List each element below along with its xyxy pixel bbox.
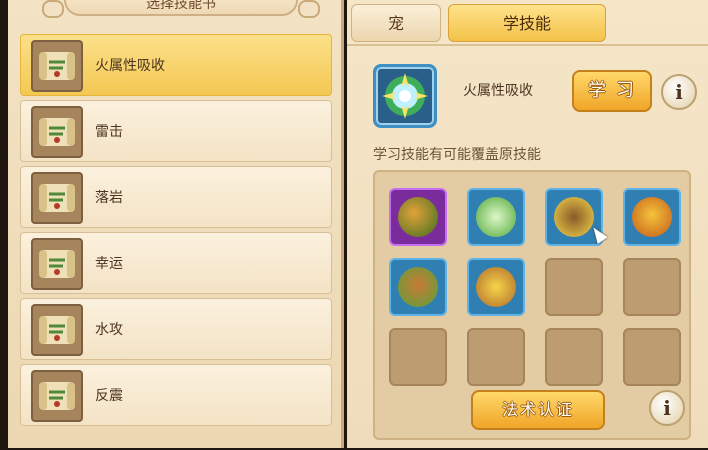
skill-book-item[interactable]: 火属性吸收 xyxy=(20,34,332,96)
skill-scroll-icon xyxy=(31,304,83,356)
skill-book-list: 火属性吸收 雷击 落岩 幸运 水攻 反震 xyxy=(20,34,332,430)
title-ornament-left xyxy=(42,0,64,18)
skill-scroll-icon xyxy=(31,172,83,224)
empty-skill-slot xyxy=(623,328,681,386)
spell-certify-button[interactable]: 法术认证 xyxy=(471,390,605,430)
info-icon[interactable]: i xyxy=(649,390,685,426)
selected-skill-name: 火属性吸收 xyxy=(463,83,533,99)
spinning-skill-icon[interactable] xyxy=(467,258,525,316)
buddha-skill-icon[interactable] xyxy=(623,188,681,246)
tab-pet[interactable]: 宠 xyxy=(351,4,441,42)
skill-book-item[interactable]: 雷击 xyxy=(20,100,332,162)
earth-skill-icon[interactable] xyxy=(389,188,447,246)
empty-skill-slot xyxy=(467,328,525,386)
skill-book-panel: 选择技能书 火属性吸收 雷击 落岩 幸运 水攻 反震 xyxy=(8,0,344,448)
skill-scroll-icon xyxy=(31,106,83,158)
skill-book-name: 雷击 xyxy=(95,124,123,140)
empty-skill-slot xyxy=(623,258,681,316)
panel-title: 选择技能书 xyxy=(64,0,298,16)
blade-skill-icon[interactable] xyxy=(467,188,525,246)
skill-book-item[interactable]: 落岩 xyxy=(20,166,332,228)
tab-learn-skill[interactable]: 学技能 xyxy=(448,4,606,42)
skill-scroll-icon xyxy=(31,238,83,290)
learn-skill-body: 火属性吸收 学习 i 学习技能有可能覆盖原技能 法术认证 i xyxy=(347,44,708,450)
skill-book-item[interactable]: 水攻 xyxy=(20,298,332,360)
empty-skill-slot xyxy=(389,328,447,386)
warrior-skill-icon[interactable] xyxy=(389,258,447,316)
skill-book-item[interactable]: 反震 xyxy=(20,364,332,426)
skill-book-name: 水攻 xyxy=(95,322,123,338)
skill-book-name: 火属性吸收 xyxy=(95,58,165,74)
skill-book-name: 落岩 xyxy=(95,190,123,206)
fire-absorb-skill-icon xyxy=(373,64,437,128)
skill-book-item[interactable]: 幸运 xyxy=(20,232,332,294)
skill-book-name: 反震 xyxy=(95,388,123,404)
learn-button[interactable]: 学习 xyxy=(572,70,652,112)
empty-skill-slot xyxy=(545,328,603,386)
title-ornament-right xyxy=(298,0,320,18)
skill-book-name: 幸运 xyxy=(95,256,123,272)
skill-scroll-icon xyxy=(31,40,83,92)
info-icon[interactable]: i xyxy=(661,74,697,110)
pet-skill-panel: 宠 学技能 火属性吸收 学习 i 学习技能有可能覆盖原技能 法术认证 i xyxy=(347,0,708,448)
skill-scroll-icon xyxy=(31,370,83,422)
overwrite-hint: 学习技能有可能覆盖原技能 xyxy=(373,147,541,163)
empty-skill-slot xyxy=(545,258,603,316)
